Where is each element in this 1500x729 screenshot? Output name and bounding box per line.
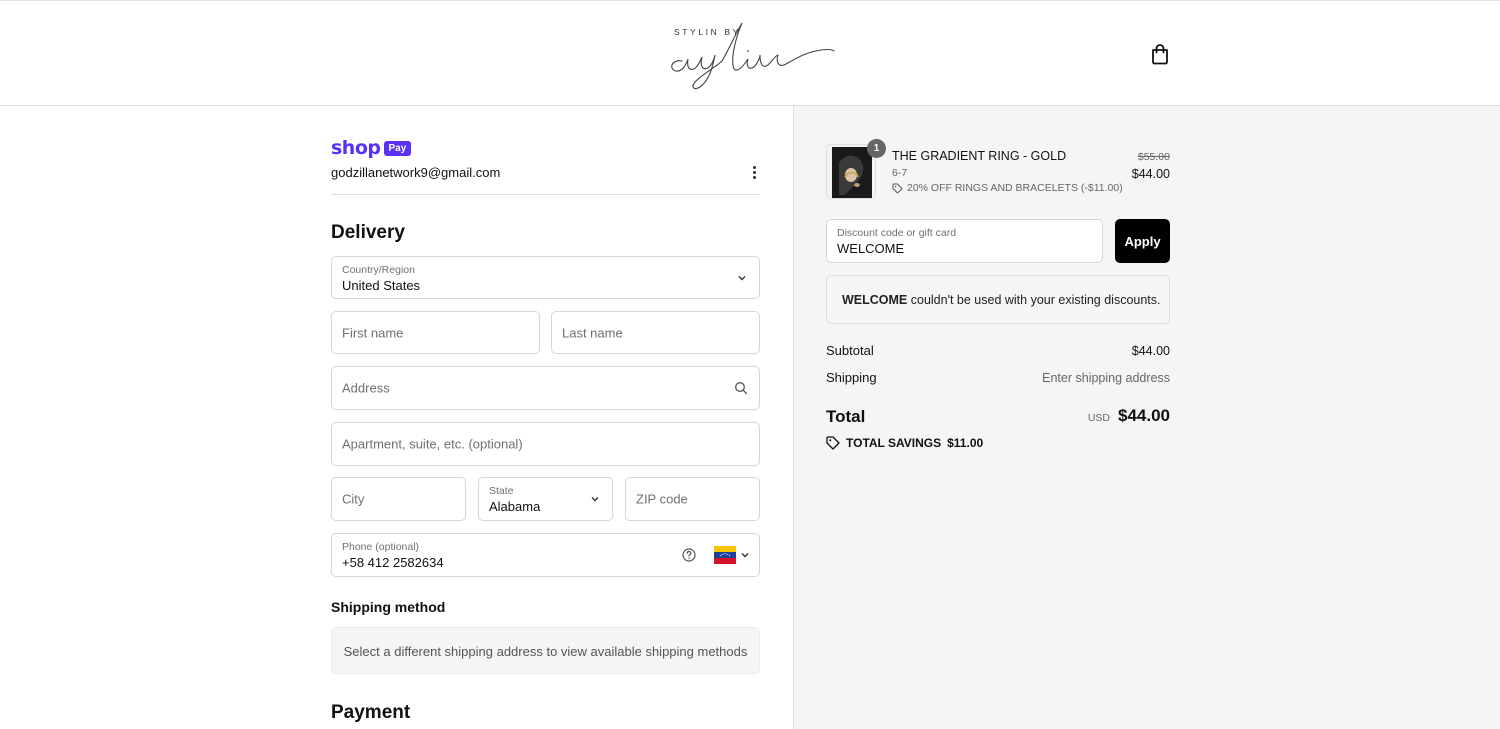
discount-error-body: couldn't be used with your existing disc…	[907, 293, 1161, 307]
discount-error-code: WELCOME	[842, 293, 908, 307]
phone-label: Phone (optional)	[342, 541, 420, 553]
city-placeholder: City	[342, 491, 365, 507]
phone-value: +58 412 2582634	[342, 555, 444, 570]
chevron-down-icon	[738, 275, 746, 280]
quantity-badge: 1	[867, 139, 886, 158]
payment-heading: Payment	[331, 702, 411, 723]
subtotal-label: Subtotal	[826, 343, 874, 358]
total-value: $44.00	[1118, 406, 1170, 425]
product-variant: 6-7	[892, 167, 908, 179]
country-select[interactable]: Country/Region United States	[331, 256, 760, 299]
discount-error-message: WELCOME couldn't be used with your exist…	[826, 275, 1170, 324]
last-name-placeholder: Last name	[562, 325, 623, 340]
logo-script-graphic	[671, 22, 835, 90]
subtotal-value: $44.00	[1131, 344, 1170, 358]
shipping-method-message: Select a different shipping address to v…	[343, 644, 748, 659]
shopping-bag-icon[interactable]	[1150, 43, 1170, 65]
phone-field[interactable]: Phone (optional) +58 412 2582634	[331, 533, 760, 577]
total-amount: USD $44.00	[1088, 406, 1170, 426]
total-savings-label: TOTAL SAVINGS	[846, 436, 942, 450]
total-label: Total	[826, 407, 866, 426]
tag-icon	[826, 436, 840, 450]
product-name: THE GRADIENT RING - GOLD	[892, 149, 1067, 163]
address-field[interactable]: Address	[331, 366, 760, 410]
country-label: Country/Region	[342, 264, 415, 276]
first-name-placeholder: First name	[342, 325, 404, 340]
last-name-field[interactable]: Last name	[551, 311, 760, 354]
shop-pay-word: shop	[331, 137, 381, 159]
shipping-method-heading: Shipping method	[331, 599, 446, 615]
first-name-field[interactable]: First name	[331, 311, 540, 354]
address-placeholder: Address	[342, 380, 390, 396]
state-value: Alabama	[489, 499, 541, 514]
more-options-icon[interactable]	[748, 165, 760, 181]
store-logo[interactable]: STYLIN BY	[664, 15, 836, 91]
discount-error-text: WELCOME couldn't be used with your exist…	[842, 293, 1161, 307]
state-label: State	[489, 485, 514, 497]
product-original-price: $55.00	[1137, 151, 1170, 163]
state-select[interactable]: State Alabama	[478, 477, 613, 521]
discount-code-value: WELCOME	[837, 241, 905, 256]
header: STYLIN BY	[0, 0, 1500, 106]
total-savings-value: $11.00	[947, 436, 984, 450]
product-discount: 20% OFF RINGS AND BRACELETS (-$11.00)	[892, 182, 1123, 194]
total-currency: USD	[1087, 412, 1110, 424]
shipping-method-notice: Select a different shipping address to v…	[331, 627, 760, 674]
zip-field[interactable]: ZIP code	[625, 477, 760, 521]
divider	[331, 194, 760, 195]
chevron-down-icon	[591, 497, 599, 502]
account-email: godzillanetwork9@gmail.com	[331, 165, 501, 180]
delivery-heading: Delivery	[331, 222, 405, 243]
discount-code-field[interactable]: Discount code or gift card WELCOME	[826, 219, 1103, 263]
help-icon[interactable]	[682, 548, 696, 562]
total-savings: TOTAL SAVINGS $11.00	[826, 436, 983, 450]
shop-pay-badge: Pay	[383, 141, 412, 156]
product-price: $44.00	[1131, 167, 1170, 181]
city-field[interactable]: City	[331, 477, 466, 521]
tag-icon	[892, 183, 903, 193]
shipping-value: Enter shipping address	[1042, 371, 1170, 385]
product-discount-label: 20% OFF RINGS AND BRACELETS (-$11.00)	[907, 182, 1123, 194]
venezuela-flag-icon[interactable]	[714, 546, 736, 564]
apartment-placeholder: Apartment, suite, etc. (optional)	[342, 436, 523, 452]
apartment-field[interactable]: Apartment, suite, etc. (optional)	[331, 422, 760, 466]
country-value: United States	[342, 278, 421, 293]
apply-discount-button[interactable]: Apply	[1115, 219, 1170, 263]
chevron-down-icon	[741, 553, 749, 558]
shipping-label: Shipping	[826, 370, 877, 385]
discount-code-label: Discount code or gift card	[837, 227, 957, 239]
shop-pay-logo: shop Pay	[331, 137, 412, 159]
search-icon	[735, 382, 748, 395]
zip-placeholder: ZIP code	[636, 491, 688, 507]
